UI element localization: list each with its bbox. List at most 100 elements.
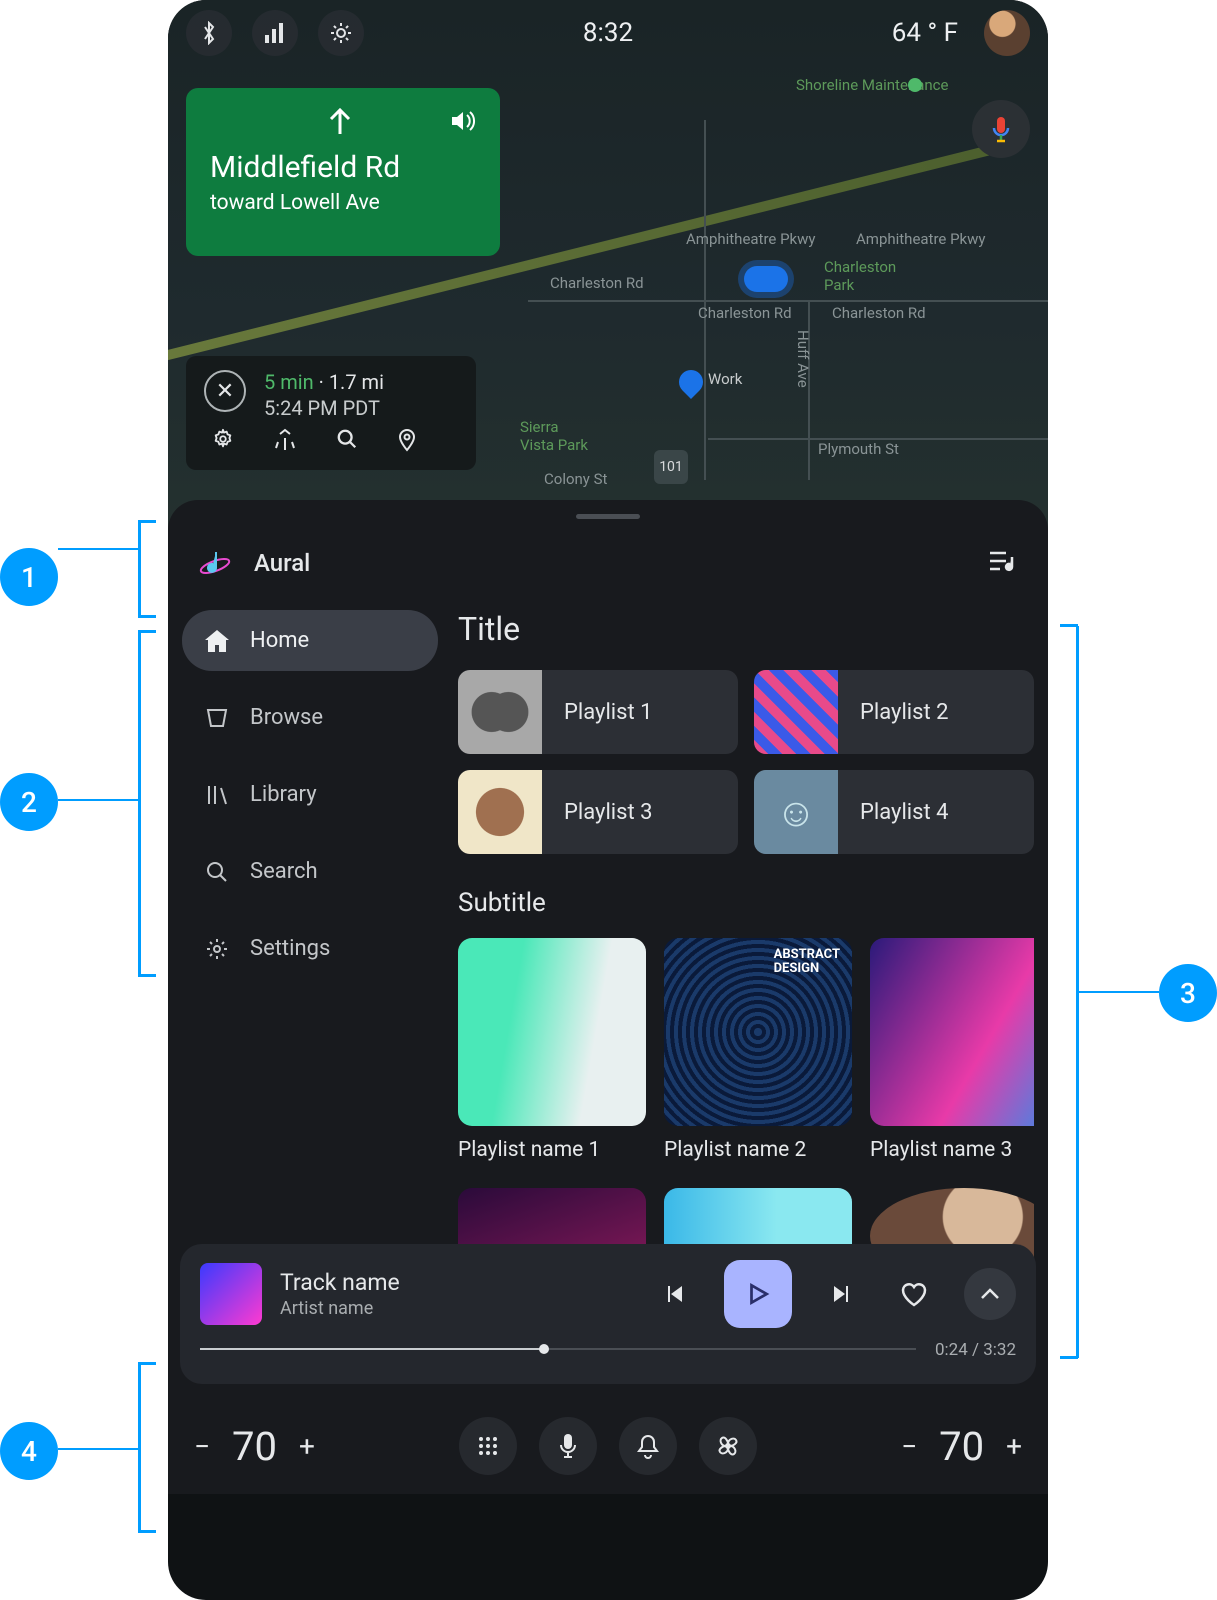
section-subtitle: Subtitle bbox=[458, 888, 1034, 918]
signal-icon[interactable] bbox=[252, 10, 298, 56]
play-button[interactable] bbox=[724, 1260, 792, 1328]
map-label-charleston-c: Charleston Rd bbox=[832, 304, 926, 322]
sidebar-nav: Home Browse Library Search Settings bbox=[182, 606, 438, 1306]
map-label-shoreline: Shoreline Maintenance bbox=[796, 76, 948, 94]
playlist-1-art bbox=[458, 670, 542, 754]
playlist-1-label: Playlist 1 bbox=[542, 700, 653, 725]
playlist-chip-2[interactable]: Playlist 2 bbox=[754, 670, 1034, 754]
map-road-vert bbox=[704, 120, 706, 480]
map-road-huff bbox=[808, 300, 810, 480]
eta-minutes: 5 min bbox=[264, 370, 314, 394]
next-button[interactable] bbox=[820, 1272, 864, 1316]
app-grid-button[interactable] bbox=[459, 1417, 517, 1475]
nav-search-icon[interactable] bbox=[336, 428, 358, 458]
annotation-bracket-2 bbox=[138, 632, 141, 976]
map-label-huff: Huff Ave bbox=[794, 330, 812, 388]
brightness-icon[interactable] bbox=[318, 10, 364, 56]
nav-library-label: Library bbox=[250, 782, 317, 807]
route-shield-label: 101 bbox=[659, 459, 683, 475]
nav-settings-icon[interactable] bbox=[212, 428, 234, 458]
now-playing-bar: Track name Artist name 0:24 / 3:32 bbox=[180, 1244, 1036, 1384]
eta-box: ✕ 5 min · 1.7 mi 5:24 PM PDT bbox=[186, 356, 476, 470]
drag-handle[interactable] bbox=[576, 514, 640, 519]
mic-button[interactable] bbox=[539, 1417, 597, 1475]
total-time: 3:32 bbox=[983, 1340, 1016, 1360]
annotation-line-2 bbox=[58, 799, 140, 801]
eta-sep: · bbox=[314, 370, 329, 394]
home-icon bbox=[204, 630, 230, 652]
app-name: Aural bbox=[254, 549, 310, 577]
pin-work-label: Work bbox=[708, 370, 742, 388]
voice-assistant-button[interactable] bbox=[972, 100, 1030, 158]
annotation-badge-4: 4 bbox=[0, 1422, 58, 1480]
nav-item-settings[interactable]: Settings bbox=[182, 918, 438, 979]
map-label-sierra: Sierra Vista Park bbox=[520, 418, 588, 454]
map-label-charleston-a: Charleston Rd bbox=[550, 274, 644, 292]
annotation-bracket-1-bot bbox=[138, 615, 156, 618]
status-temp: 64 ° F bbox=[892, 18, 958, 48]
previous-button[interactable] bbox=[652, 1272, 696, 1316]
routes-icon[interactable] bbox=[274, 428, 296, 458]
search-icon bbox=[204, 860, 230, 884]
nav-item-home[interactable]: Home bbox=[182, 610, 438, 671]
annotation-line-1 bbox=[58, 548, 140, 550]
annotation-bracket-3-top bbox=[1060, 624, 1078, 627]
map-label-charleston-park: Charleston Park bbox=[824, 258, 896, 294]
content-area: Title Playlist 1 Playlist 2 Playlist 3 bbox=[446, 606, 1034, 1306]
close-navigation-button[interactable]: ✕ bbox=[204, 370, 246, 412]
card-3-label: Playlist name 3 bbox=[870, 1138, 1034, 1162]
temp-right-up[interactable]: + bbox=[1006, 1430, 1022, 1463]
annotation-4-label: 4 bbox=[21, 1435, 37, 1468]
expand-button[interactable] bbox=[964, 1268, 1016, 1320]
playlist-3-label: Playlist 3 bbox=[542, 800, 653, 825]
playlist-2-label: Playlist 2 bbox=[838, 700, 949, 725]
playlist-chip-4[interactable]: ☺ Playlist 4 bbox=[754, 770, 1034, 854]
temp-right-down[interactable]: − bbox=[901, 1430, 917, 1463]
eta-arrival: 5:24 PM PDT bbox=[264, 396, 384, 420]
map-label-colony: Colony St bbox=[544, 470, 607, 488]
arrow-up-icon bbox=[327, 106, 353, 136]
nav-item-search[interactable]: Search bbox=[182, 841, 438, 902]
temp-left-up[interactable]: + bbox=[299, 1430, 315, 1463]
card-3[interactable]: Playlist name 3 bbox=[870, 938, 1034, 1162]
volume-icon[interactable] bbox=[450, 110, 476, 132]
user-location-dot bbox=[744, 266, 788, 292]
pin-work[interactable] bbox=[674, 365, 708, 399]
notifications-button[interactable] bbox=[619, 1417, 677, 1475]
fan-button[interactable] bbox=[699, 1417, 757, 1475]
bluetooth-icon[interactable] bbox=[186, 10, 232, 56]
map-area[interactable]: Amphitheatre Pkwy Amphitheatre Pkwy Char… bbox=[168, 0, 1048, 532]
annotation-badge-2: 2 bbox=[0, 773, 58, 831]
browse-icon bbox=[204, 707, 230, 729]
nav-item-browse[interactable]: Browse bbox=[182, 687, 438, 748]
nav-item-library[interactable]: Library bbox=[182, 764, 438, 825]
playlist-4-label: Playlist 4 bbox=[838, 800, 949, 825]
progress-time: 0:24 / 3:32 bbox=[935, 1340, 1016, 1360]
map-label-charleston-b: Charleston Rd bbox=[698, 304, 792, 322]
annotation-badge-3: 3 bbox=[1159, 964, 1217, 1022]
favorite-button[interactable] bbox=[892, 1272, 936, 1316]
temp-right: 70 bbox=[939, 1423, 984, 1470]
temp-left-down[interactable]: − bbox=[194, 1430, 210, 1463]
card-1[interactable]: Playlist name 1 bbox=[458, 938, 646, 1162]
now-playing-art[interactable] bbox=[200, 1263, 262, 1325]
card-1-art bbox=[458, 938, 646, 1126]
progress-fill bbox=[200, 1348, 544, 1350]
queue-icon[interactable] bbox=[988, 549, 1018, 577]
card-1-label: Playlist name 1 bbox=[458, 1138, 646, 1162]
avatar[interactable] bbox=[984, 10, 1030, 56]
annotation-2-label: 2 bbox=[21, 786, 37, 819]
nav-browse-label: Browse bbox=[250, 705, 323, 730]
progress-thumb[interactable] bbox=[539, 1344, 549, 1354]
playlist-2-art bbox=[754, 670, 838, 754]
navigation-card[interactable]: Middlefield Rd toward Lowell Ave bbox=[186, 88, 500, 256]
location-icon[interactable] bbox=[398, 428, 416, 458]
progress-bar[interactable]: 0:24 / 3:32 bbox=[200, 1342, 1016, 1356]
nav-search-label: Search bbox=[250, 859, 318, 884]
playlist-chip-3[interactable]: Playlist 3 bbox=[458, 770, 738, 854]
annotation-bracket-2-bot bbox=[138, 974, 156, 977]
track-name: Track name bbox=[280, 1269, 400, 1296]
card-2[interactable]: Playlist name 2 bbox=[664, 938, 852, 1162]
playlist-chip-1[interactable]: Playlist 1 bbox=[458, 670, 738, 754]
annotation-bracket-1-top bbox=[138, 520, 156, 523]
